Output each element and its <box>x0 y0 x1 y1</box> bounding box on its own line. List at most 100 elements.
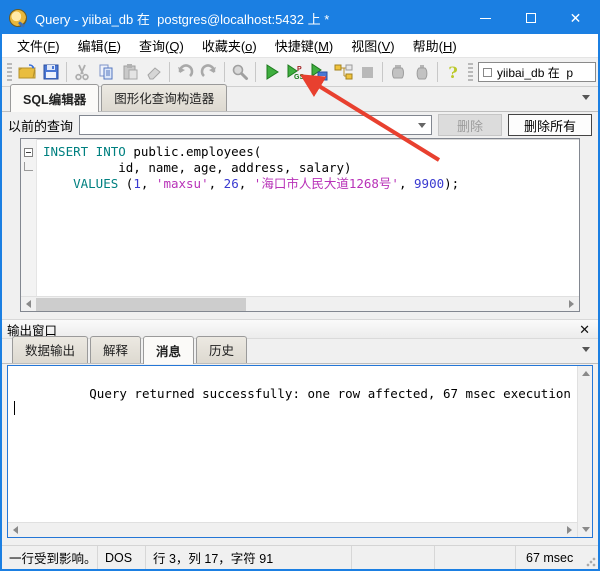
toolbar-separator <box>382 62 383 82</box>
message-horizontal-scrollbar[interactable] <box>8 522 577 537</box>
toolbar-separator <box>437 62 438 82</box>
message-vertical-scrollbar[interactable] <box>577 366 592 537</box>
help-button[interactable]: ? <box>441 60 465 84</box>
undo-button[interactable] <box>173 60 197 84</box>
menu-item-m[interactable]: 快捷键(M) <box>266 33 343 58</box>
menu-item-v[interactable]: 视图(V) <box>342 33 403 58</box>
copy-icon <box>96 62 116 82</box>
editor-tab-0[interactable]: SQL编辑器 <box>10 84 99 112</box>
text-cursor <box>14 401 15 415</box>
close-icon: ✕ <box>570 11 582 25</box>
menu-item-f[interactable]: 文件(F) <box>8 33 69 58</box>
save-icon <box>41 62 61 82</box>
output-tab-2[interactable]: 消息 <box>143 336 194 364</box>
find-icon <box>230 62 250 82</box>
jar-icon <box>388 62 408 82</box>
scroll-left-icon[interactable] <box>8 523 23 538</box>
fold-marker-2 <box>21 176 36 192</box>
toolbar-separator <box>255 62 256 82</box>
sql-editor[interactable]: INSERT INTO public.employees( id, name, … <box>20 138 580 312</box>
copy-button[interactable] <box>94 60 118 84</box>
open-file-button[interactable] <box>15 60 39 84</box>
open-folder-icon <box>17 62 37 82</box>
macro-1-button[interactable] <box>386 60 410 84</box>
database-combo-text: yiibai_db 在 p <box>497 64 573 81</box>
stop-icon <box>362 67 373 78</box>
previous-query-label: 以前的查询 <box>8 116 73 135</box>
sql-code-area[interactable]: INSERT INTO public.employees( id, name, … <box>37 139 579 296</box>
maximize-button[interactable] <box>508 2 553 34</box>
status-segment-4 <box>435 546 516 569</box>
message-wrap: Query returned successfully: one row aff… <box>2 364 598 538</box>
execute-icon <box>261 62 281 82</box>
scroll-left-icon[interactable] <box>21 297 36 312</box>
paste-button[interactable] <box>118 60 142 84</box>
sql-editor-body[interactable]: INSERT INTO public.employees( id, name, … <box>21 139 579 296</box>
delete-button[interactable]: 删除 <box>438 114 502 136</box>
scroll-right-icon[interactable] <box>564 297 579 312</box>
save-button[interactable] <box>39 60 63 84</box>
menu-item-q[interactable]: 查询(Q) <box>130 33 193 58</box>
undo-icon <box>175 62 195 82</box>
sql-line-0: INSERT INTO public.employees( <box>43 144 579 160</box>
query-result-message: Query returned successfully: one row aff… <box>89 386 577 401</box>
macro-2-button[interactable] <box>410 60 434 84</box>
menu-item-o[interactable]: 收藏夹(o) <box>193 33 266 58</box>
output-tab-bar: 数据输出解释消息历史 <box>2 339 598 364</box>
output-tab-0[interactable]: 数据输出 <box>12 336 88 363</box>
window-title: Query - yiibai_db 在 postgres@localhost:5… <box>35 9 463 28</box>
editor-tab-1[interactable]: 图形化查询构造器 <box>101 84 227 111</box>
maximize-icon <box>526 13 536 23</box>
toolbar-separator <box>66 62 67 82</box>
close-button[interactable]: ✕ <box>553 2 598 34</box>
svg-text:P: P <box>297 66 302 73</box>
help-icon: ? <box>448 63 457 82</box>
explain-query-button[interactable] <box>331 60 355 84</box>
minimize-button[interactable] <box>463 2 508 34</box>
cancel-query-button[interactable] <box>355 60 379 84</box>
menu-bar: 文件(F)编辑(E)查询(Q)收藏夹(o)快捷键(M)视图(V)帮助(H) <box>2 34 598 58</box>
redo-button[interactable] <box>197 60 221 84</box>
message-text-area[interactable]: Query returned successfully: one row aff… <box>8 366 577 522</box>
toolbar-grip[interactable] <box>468 63 473 81</box>
fold-marker-0[interactable] <box>21 144 36 160</box>
fold-margin[interactable] <box>21 139 37 296</box>
status-segment-1: DOS <box>98 546 146 569</box>
explain-icon <box>333 62 353 82</box>
query-window: Query - yiibai_db 在 postgres@localhost:5… <box>0 0 600 571</box>
output-tab-overflow-icon[interactable] <box>582 347 590 352</box>
output-close-icon[interactable]: ✕ <box>579 323 590 336</box>
app-icon <box>9 9 27 27</box>
find-button[interactable] <box>228 60 252 84</box>
tab-overflow-icon[interactable] <box>582 95 590 100</box>
status-bar: 一行受到影响。DOS行 3，列 17，字符 9167 msec <box>2 545 598 569</box>
resize-grip-icon[interactable] <box>586 557 596 567</box>
editor-horizontal-scrollbar[interactable] <box>21 296 579 311</box>
status-segment-0: 一行受到影响。 <box>2 546 98 569</box>
scroll-down-icon[interactable] <box>578 522 593 537</box>
paste-icon <box>120 62 140 82</box>
fold-marker-1[interactable] <box>21 160 36 176</box>
previous-query-combo[interactable] <box>79 115 432 135</box>
status-segment-3 <box>352 546 435 569</box>
database-combo[interactable]: yiibai_db 在 p <box>478 62 596 82</box>
pgscript-icon: P GS <box>285 62 305 82</box>
scrollbar-thumb[interactable] <box>36 298 246 311</box>
output-tab-1[interactable]: 解释 <box>90 336 141 363</box>
cut-button[interactable] <box>70 60 94 84</box>
scroll-right-icon[interactable] <box>562 523 577 538</box>
scroll-up-icon[interactable] <box>578 366 593 381</box>
menu-item-h[interactable]: 帮助(H) <box>404 33 466 58</box>
output-tab-3[interactable]: 历史 <box>196 336 247 363</box>
toolbar-separator <box>224 62 225 82</box>
toolbar-grip[interactable] <box>7 63 12 81</box>
execute-pgscript-button[interactable]: P GS <box>283 60 307 84</box>
clear-window-button[interactable] <box>142 60 166 84</box>
minimize-icon <box>480 18 491 19</box>
execute-to-file-button[interactable] <box>307 60 331 84</box>
editor-wrap: INSERT INTO public.employees( id, name, … <box>2 138 598 312</box>
execute-query-button[interactable] <box>259 60 283 84</box>
toolbar: P GS <box>2 58 598 87</box>
menu-item-e[interactable]: 编辑(E) <box>69 33 130 58</box>
delete-all-button[interactable]: 删除所有 <box>508 114 592 136</box>
